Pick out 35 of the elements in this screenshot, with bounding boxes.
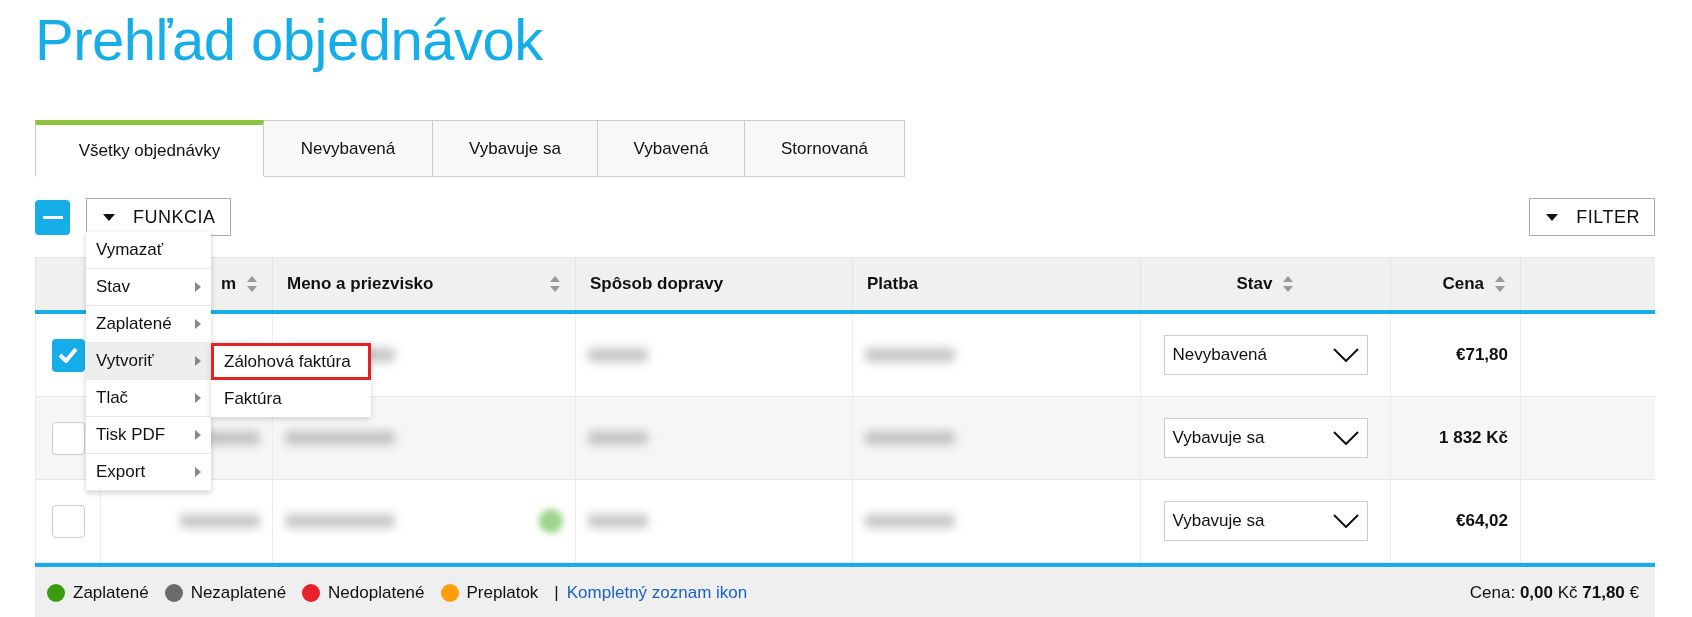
price: €71,80 — [1456, 345, 1508, 365]
price: €64,02 — [1456, 511, 1508, 531]
menu-item[interactable]: Tlač — [86, 380, 211, 417]
legend-label: Preplatok — [466, 583, 539, 603]
page-title: Prehľad objednávok — [35, 6, 544, 74]
menu-item[interactable]: Tisk PDF — [86, 417, 211, 454]
menu-item[interactable]: Zaplatené — [86, 306, 211, 343]
filter-button[interactable]: FILTER — [1529, 198, 1655, 236]
separator: | — [554, 583, 559, 603]
tab[interactable]: Stornovaná — [745, 120, 905, 176]
column-header[interactable]: Cena — [1390, 258, 1520, 310]
legend-label: Nezaplatené — [190, 583, 287, 603]
status-select[interactable]: Nevybavená — [1163, 335, 1368, 375]
status-select[interactable]: Vybavuje sa — [1163, 501, 1368, 541]
menu-item[interactable]: Export — [86, 454, 211, 491]
tab[interactable]: Vybavuje sa — [433, 120, 598, 176]
total-price: Cena: 0,00 Kč 71,80 € — [1469, 583, 1639, 603]
column-header[interactable]: Stav — [1140, 258, 1390, 310]
tab[interactable]: Všetky objednávky — [35, 120, 264, 177]
status-select[interactable]: Vybavuje sa — [1163, 418, 1368, 458]
legend-label: Zaplatené — [73, 583, 149, 603]
menu-item[interactable]: Stav — [86, 269, 211, 306]
icon-list-link[interactable]: Kompletný zoznam ikon — [566, 583, 748, 603]
menu-item[interactable]: Vymazať — [86, 232, 211, 269]
tab[interactable]: Nevybavená — [264, 120, 433, 176]
menu-item[interactable]: Vytvoriť — [86, 343, 211, 380]
function-button[interactable]: FUNKCIA — [86, 198, 231, 236]
column-header: Spôsob dopravy — [575, 258, 852, 310]
price: 1 832 Kč — [1439, 428, 1508, 448]
column-header[interactable]: Meno a priezvisko — [272, 258, 575, 310]
submenu-item[interactable]: Zálohová faktúra — [211, 343, 371, 380]
tab[interactable]: Vybavená — [598, 120, 745, 176]
submenu-item[interactable]: Faktúra — [211, 380, 371, 417]
legend-label: Nedoplatené — [328, 583, 425, 603]
column-header: Platba — [852, 258, 1140, 310]
